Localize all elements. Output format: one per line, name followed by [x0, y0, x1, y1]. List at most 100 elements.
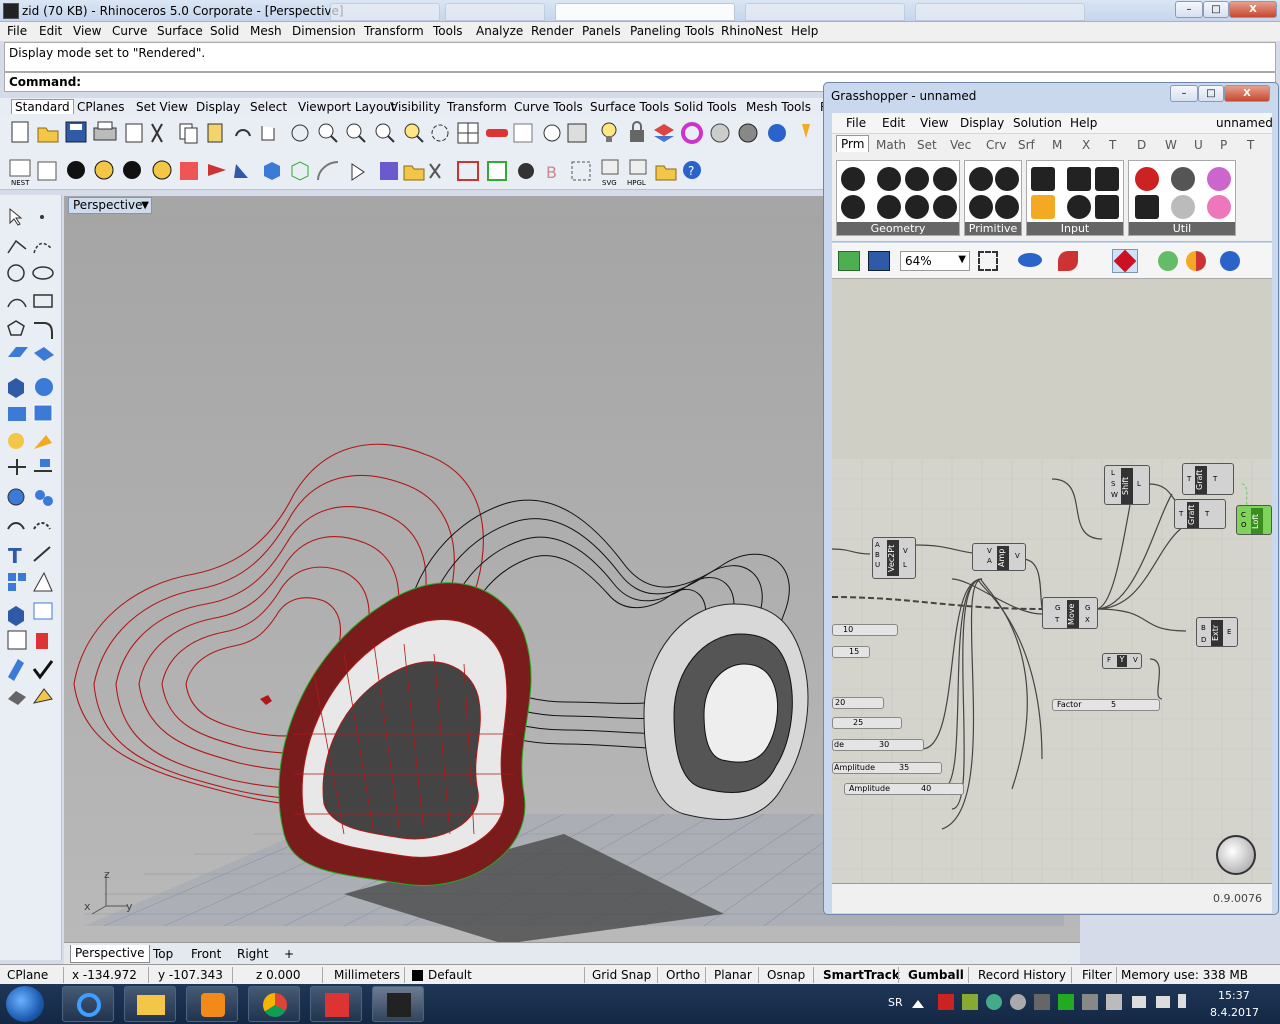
tray-app5-icon[interactable]: [1082, 994, 1098, 1010]
list-icon[interactable]: [37, 161, 57, 181]
wedge-icon[interactable]: [234, 164, 248, 178]
gh-preview-shaded-icon[interactable]: [1158, 251, 1178, 271]
gh-geometry-icon[interactable]: [841, 167, 865, 191]
gh-curve-param-icon[interactable]: [905, 167, 929, 191]
move-icon[interactable]: [8, 459, 26, 475]
tab-solid-tools[interactable]: Solid Tools: [674, 100, 737, 114]
analyze-icon[interactable]: [33, 571, 53, 592]
open-icon[interactable]: [37, 127, 59, 143]
gh-tab-u[interactable]: U: [1194, 138, 1203, 152]
chevron-down-icon[interactable]: ▼: [958, 254, 966, 265]
menu-analyze[interactable]: Analyze: [476, 24, 523, 38]
taskbar-media-player[interactable]: [186, 986, 238, 1022]
paint-bucket-icon[interactable]: [32, 688, 53, 704]
gh-tab-vec[interactable]: Vec: [950, 138, 971, 152]
explode-icon[interactable]: [8, 433, 24, 449]
car-icon[interactable]: [486, 129, 508, 137]
tray-app2-icon[interactable]: [986, 994, 1002, 1010]
gh-slider-25[interactable]: 25: [832, 717, 902, 729]
gh-point-param-icon[interactable]: [933, 195, 957, 219]
tray-app6-icon[interactable]: [1106, 994, 1122, 1010]
render-sphere-icon[interactable]: [710, 123, 730, 143]
tab-select[interactable]: Select: [250, 100, 287, 114]
tray-time[interactable]: 15:37: [1218, 989, 1250, 1002]
viewport-title-tab[interactable]: Perspective ▼: [68, 197, 152, 214]
cut-icon[interactable]: [151, 123, 163, 143]
new-file-icon[interactable]: [11, 121, 29, 143]
gh-tab-m[interactable]: M: [1052, 138, 1062, 152]
viewport-tab-top[interactable]: Top: [153, 947, 173, 961]
status-cplane[interactable]: CPlane: [7, 968, 48, 982]
paste-icon[interactable]: [207, 123, 223, 143]
gh-canvas[interactable]: ABU Vec2Pt VL VA Amp V LSW Shift L T Gra…: [832, 279, 1272, 883]
gumball-toggle[interactable]: Gumball: [908, 968, 964, 982]
gh-tab-math[interactable]: Math: [876, 138, 906, 152]
planar-toggle[interactable]: Planar: [714, 968, 752, 982]
gh-menu-solution[interactable]: Solution: [1013, 116, 1062, 130]
gh-component-move[interactable]: GT Move GX: [1042, 597, 1098, 629]
surface-icon[interactable]: [8, 347, 28, 357]
gh-surface-param-icon[interactable]: [933, 167, 957, 191]
zoom-extents-icon[interactable]: [375, 123, 395, 143]
gh-sketch-icon[interactable]: [1058, 251, 1078, 271]
mesh-icon[interactable]: [380, 162, 398, 180]
gh-tab-crv[interactable]: Crv: [986, 138, 1006, 152]
browser-tab[interactable]: [330, 3, 440, 21]
gh-tab-d[interactable]: D: [1137, 138, 1146, 152]
menu-transform[interactable]: Transform: [364, 24, 424, 38]
bold-b-icon[interactable]: B: [546, 163, 557, 182]
gh-component-graft-1[interactable]: T Graft T: [1182, 463, 1234, 495]
box-solid-icon[interactable]: [8, 378, 24, 398]
tray-expand-icon[interactable]: [912, 996, 924, 1008]
curve-offset-icon[interactable]: [317, 161, 339, 181]
browser-tab[interactable]: [555, 3, 735, 21]
arc-icon[interactable]: [7, 298, 27, 308]
menu-render[interactable]: Render: [531, 24, 574, 38]
gh-component-y[interactable]: F Y V: [1102, 653, 1142, 669]
gh-menu-display[interactable]: Display: [960, 116, 1004, 130]
menu-mesh[interactable]: Mesh: [250, 24, 282, 38]
red-point-marker[interactable]: [260, 695, 272, 705]
grid-snap-toggle[interactable]: Grid Snap: [592, 968, 651, 982]
rotate-icon[interactable]: [431, 124, 449, 142]
tab-curve-tools[interactable]: Curve Tools: [514, 100, 583, 114]
folder-icon[interactable]: [403, 165, 425, 181]
tab-display[interactable]: Display: [196, 100, 240, 114]
gh-circle-param-icon[interactable]: [877, 167, 901, 191]
menu-rhinonest[interactable]: RhinoNest: [721, 24, 783, 38]
add-viewport-tab-button[interactable]: +: [284, 947, 294, 961]
gh-menu-file[interactable]: File: [846, 116, 866, 130]
gh-mesh-param-icon[interactable]: [905, 195, 929, 219]
select-arrow-icon[interactable]: [9, 207, 23, 226]
render-tool-icon[interactable]: [802, 124, 810, 138]
taskbar-internet-explorer[interactable]: [62, 986, 114, 1022]
gh-menu-view[interactable]: View: [920, 116, 948, 130]
nest-step5-icon[interactable]: [180, 162, 198, 180]
chevron-down-icon[interactable]: ▼: [141, 198, 149, 213]
osnap-toggle[interactable]: Osnap: [767, 968, 805, 982]
tab-set-view[interactable]: Set View: [136, 100, 188, 114]
polygon-icon[interactable]: [291, 161, 309, 181]
tab-cplanes[interactable]: CPlanes: [77, 100, 125, 114]
undo-icon[interactable]: [235, 129, 251, 137]
render-mesh-icon[interactable]: [8, 691, 26, 705]
gh-cherry-icon[interactable]: [1135, 167, 1159, 191]
gh-boolean-param-icon[interactable]: [969, 167, 993, 191]
gh-minimize-button[interactable]: –: [1170, 85, 1198, 102]
viewport-tab-perspective[interactable]: Perspective: [70, 945, 150, 963]
block-icon[interactable]: [8, 606, 24, 626]
tab-mesh-tools[interactable]: Mesh Tools: [746, 100, 811, 114]
pencil-icon[interactable]: [8, 659, 24, 681]
lock-icon[interactable]: [630, 121, 644, 142]
gh-text-param-icon[interactable]: [995, 195, 1019, 219]
gh-line-param-icon[interactable]: [877, 195, 901, 219]
fillet-icon[interactable]: [34, 322, 53, 339]
gh-tab-prm[interactable]: Prm: [836, 135, 870, 152]
fold-icon[interactable]: [208, 164, 226, 176]
gh-preview-color-icon[interactable]: [1186, 251, 1206, 271]
blue-sphere-icon[interactable]: [768, 124, 786, 142]
browser-tab[interactable]: [445, 3, 545, 21]
grid-icon[interactable]: [513, 123, 533, 143]
circle-icon[interactable]: [7, 264, 25, 282]
taskbar-rhino[interactable]: [372, 986, 424, 1022]
